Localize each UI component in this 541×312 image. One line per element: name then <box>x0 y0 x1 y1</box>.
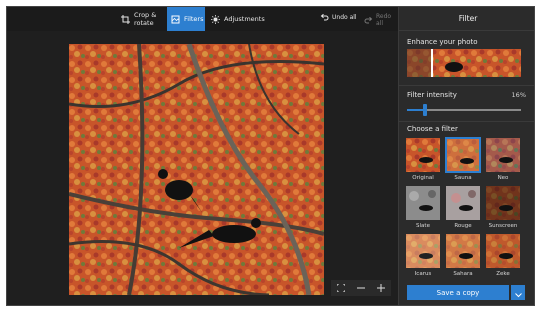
filter-tile-rouge[interactable]: Rouge <box>445 185 481 229</box>
filter-tile-sunscreen[interactable]: Sunscreen <box>485 185 521 229</box>
filter-thumb <box>445 233 481 269</box>
zoom-controls <box>331 280 391 296</box>
filter-thumb <box>405 185 441 221</box>
redo-all-button[interactable]: Redo all <box>364 13 398 27</box>
divider <box>399 85 534 86</box>
main-area: Crop & rotate Filters Adjustments Undo a… <box>7 7 398 305</box>
zoom-in-icon[interactable] <box>375 282 387 294</box>
filter-label: Sunscreen <box>488 223 518 229</box>
filter-thumb <box>485 137 521 173</box>
undo-all-button[interactable]: Undo all <box>320 13 357 22</box>
filter-thumb <box>485 233 521 269</box>
zoom-out-icon[interactable] <box>355 282 367 294</box>
filter-thumb <box>445 137 481 173</box>
redo-all-label: Redo all <box>376 13 392 27</box>
undo-icon <box>320 13 329 22</box>
filter-tile-sahara[interactable]: Sahara <box>445 233 481 277</box>
filter-thumb <box>445 185 481 221</box>
filter-label: Neo <box>497 175 509 181</box>
tab-filters-label: Filters <box>184 15 204 23</box>
fit-to-window-icon[interactable] <box>335 282 347 294</box>
tab-filters[interactable]: Filters <box>167 7 205 31</box>
enhance-label: Enhance your photo <box>407 38 478 46</box>
tab-crop-rotate-label: Crop & rotate <box>134 11 157 27</box>
panel-title: Filter <box>399 7 534 31</box>
filter-label: Original <box>412 175 434 181</box>
tab-adjustments[interactable]: Adjustments <box>207 7 265 31</box>
intensity-value: 16% <box>511 91 526 99</box>
filters-icon <box>171 15 180 24</box>
filter-tile-icarus[interactable]: Icarus <box>405 233 441 277</box>
app-window: Crop & rotate Filters Adjustments Undo a… <box>6 6 535 306</box>
divider <box>399 121 534 122</box>
redo-icon <box>364 16 373 25</box>
chevron-down-icon <box>514 283 522 302</box>
filter-label: Sahara <box>453 271 473 277</box>
filter-label: Zeke <box>496 271 510 277</box>
filter-label: Icarus <box>414 271 432 277</box>
tab-adjustments-label: Adjustments <box>224 15 265 23</box>
intensity-label: Filter intensity <box>407 91 457 99</box>
undo-all-label: Undo all <box>332 14 357 21</box>
filter-thumb <box>405 233 441 269</box>
intensity-slider[interactable] <box>407 103 521 117</box>
filter-tile-zeke[interactable]: Zeke <box>485 233 521 277</box>
filter-label: Rouge <box>454 223 472 229</box>
tab-crop-rotate[interactable]: Crop & rotate <box>117 7 171 31</box>
slider-thumb[interactable] <box>423 104 427 116</box>
save-copy-label: Save a copy <box>436 288 480 297</box>
enhance-photo-toggle[interactable] <box>407 49 521 77</box>
brightness-icon <box>211 14 220 24</box>
filter-label: Slate <box>416 223 430 229</box>
photo-canvas[interactable] <box>69 44 324 295</box>
crows-in-autumn-tree-image <box>69 44 324 295</box>
filter-tile-original[interactable]: Original <box>405 137 441 181</box>
filter-panel: Filter Enhance your photo Filter intensi… <box>398 7 534 305</box>
filter-label: Sauna <box>454 175 472 181</box>
filter-tile-slate[interactable]: Slate <box>405 185 441 229</box>
filter-tile-neo[interactable]: Neo <box>485 137 521 181</box>
filter-thumb <box>405 137 441 173</box>
filter-tile-sauna[interactable]: Sauna <box>445 137 481 181</box>
choose-filter-label: Choose a filter <box>407 125 458 133</box>
crop-icon <box>121 14 130 24</box>
save-options-dropdown[interactable] <box>511 285 525 300</box>
filter-thumb <box>485 185 521 221</box>
editor-toolbar: Crop & rotate Filters Adjustments Undo a… <box>7 7 398 31</box>
save-copy-button[interactable]: Save a copy <box>407 285 509 300</box>
